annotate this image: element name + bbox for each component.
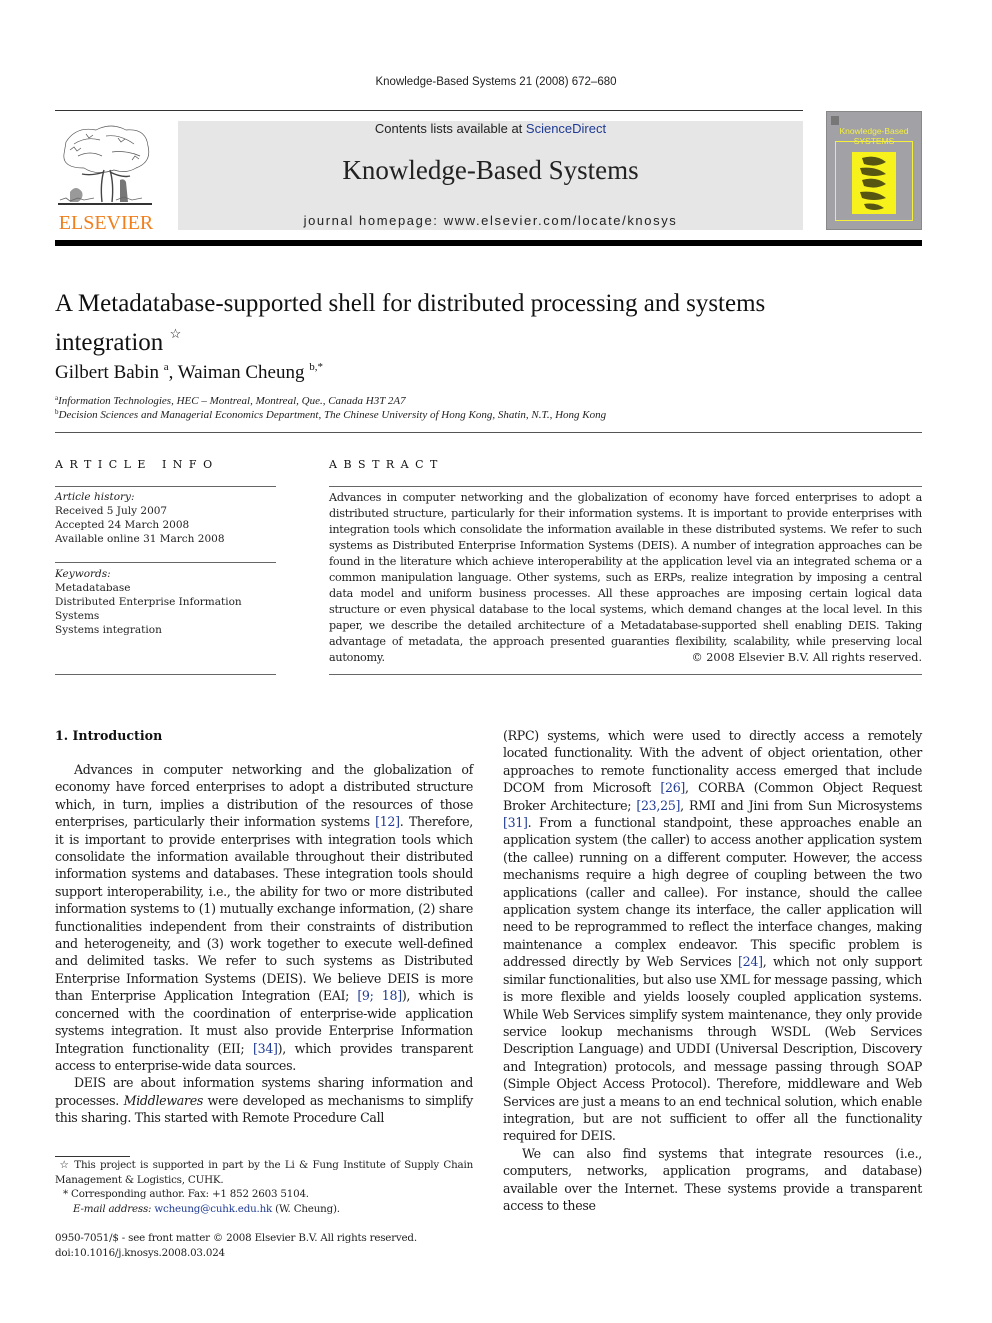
article-info-heading: ARTICLE INFO bbox=[55, 458, 219, 471]
header-rule bbox=[55, 110, 803, 111]
body-left-column: Advances in computer networking and the … bbox=[55, 761, 473, 1127]
history-accepted: Accepted 24 March 2008 bbox=[55, 519, 190, 531]
email-link[interactable]: wcheung@cuhk.edu.hk bbox=[154, 1203, 272, 1215]
paragraph: (RPC) systems, which were used to direct… bbox=[503, 727, 922, 1145]
issn-line: 0950-7051/$ - see front matter © 2008 El… bbox=[55, 1232, 417, 1244]
footnote-corresponding: * Corresponding author. Fax: +1 852 2603… bbox=[55, 1187, 473, 1202]
paragraph: Advances in computer networking and the … bbox=[55, 761, 473, 1074]
footnote-star-mark: ☆ bbox=[59, 1159, 70, 1171]
paragraph: We can also find systems that integrate … bbox=[503, 1145, 922, 1213]
text-run: , RMI and Jini from Sun Microsystems bbox=[680, 797, 922, 813]
helix-icon bbox=[860, 156, 886, 210]
affiliation: aInformation Technologies, HEC – Montrea… bbox=[55, 394, 406, 407]
article-info-rule bbox=[55, 674, 276, 675]
footnote-funding: ☆ This project is supported in part by t… bbox=[55, 1158, 473, 1187]
citation-link[interactable]: [12] bbox=[375, 814, 400, 829]
article-title: A Metadatabase-supported shell for distr… bbox=[55, 289, 775, 358]
article-info-rule bbox=[55, 562, 276, 563]
keyword[interactable]: Metadatabase bbox=[55, 581, 280, 595]
emphasis-text: Middlewares bbox=[123, 1092, 204, 1108]
affiliation-text: Decision Sciences and Managerial Economi… bbox=[58, 409, 607, 421]
title-footnote-mark[interactable]: ☆ bbox=[170, 326, 182, 341]
citation-link[interactable]: [24] bbox=[738, 954, 763, 969]
email-suffix: (W. Cheung). bbox=[272, 1202, 340, 1215]
elsevier-tree-icon bbox=[58, 125, 152, 205]
footnote-text: This project is supported in part by the… bbox=[55, 1159, 474, 1186]
article-info-rule bbox=[55, 486, 276, 487]
citation-link[interactable]: [34] bbox=[253, 1041, 278, 1056]
citation-link[interactable]: [31] bbox=[503, 815, 528, 830]
footnote-rule bbox=[55, 1156, 130, 1157]
section-rule bbox=[55, 432, 922, 433]
elsevier-logo[interactable]: ELSEVIER bbox=[54, 120, 158, 235]
masthead-thick-rule bbox=[55, 240, 922, 246]
journal-homepage-link[interactable]: journal homepage: www.elsevier.com/locat… bbox=[178, 213, 803, 228]
section-heading-introduction: 1. Introduction bbox=[55, 728, 163, 743]
cover-helix-image bbox=[852, 152, 896, 214]
elsevier-wordmark: ELSEVIER bbox=[58, 212, 154, 234]
author-list: Gilbert Babin a, Waiman Cheung b,* bbox=[55, 361, 323, 384]
text-run: , which not only support similar functio… bbox=[503, 954, 922, 1144]
doi-link[interactable]: doi:10.1016/j.knosys.2008.03.024 bbox=[55, 1246, 417, 1261]
keywords: Keywords: Metadatabase Distributed Enter… bbox=[55, 567, 280, 637]
footnote-text: Corresponding author. Fax: +1 852 2603 5… bbox=[67, 1188, 309, 1200]
abstract-rule bbox=[329, 486, 922, 487]
cover-publisher-icon bbox=[831, 116, 839, 125]
citation-link[interactable]: [26] bbox=[660, 780, 685, 795]
abstract-copyright: © 2008 Elsevier B.V. All rights reserved… bbox=[691, 651, 922, 664]
affiliation-text: Information Technologies, HEC – Montreal… bbox=[58, 395, 406, 407]
author-name[interactable]: Waiman Cheung bbox=[178, 362, 305, 383]
author-affiliation-mark[interactable]: b,* bbox=[309, 361, 323, 373]
citation-link[interactable]: [23,25] bbox=[636, 798, 680, 813]
article-history: Article history: Received 5 July 2007 Ac… bbox=[55, 490, 280, 546]
journal-name: Knowledge-Based Systems bbox=[342, 155, 639, 185]
front-matter: 0950-7051/$ - see front matter © 2008 El… bbox=[55, 1231, 417, 1260]
citation-link[interactable]: [9; 18] bbox=[357, 988, 402, 1003]
text-run: . From a functional standpoint, these ap… bbox=[503, 815, 922, 970]
journal-banner: Contents lists available at ScienceDirec… bbox=[178, 121, 803, 230]
abstract-rule bbox=[329, 674, 922, 675]
history-online: Available online 31 March 2008 bbox=[55, 533, 225, 545]
author-separator: , bbox=[168, 362, 178, 383]
keyword[interactable]: Distributed Enterprise Information Syste… bbox=[55, 595, 280, 623]
history-received: Received 5 July 2007 bbox=[55, 505, 168, 517]
cover-title-line1: Knowledge-Based bbox=[839, 126, 909, 136]
body-right-column: (RPC) systems, which were used to direct… bbox=[503, 727, 922, 1214]
paragraph: DEIS are about information systems shari… bbox=[55, 1074, 473, 1126]
journal-cover-thumbnail[interactable]: Knowledge-Based SYSTEMS bbox=[826, 111, 922, 230]
running-head: Knowledge-Based Systems 21 (2008) 672–68… bbox=[375, 76, 617, 88]
text-run: . Therefore, it is important to provide … bbox=[55, 814, 473, 1004]
sciencedirect-link[interactable]: ScienceDirect bbox=[526, 121, 606, 136]
article-history-label: Article history: bbox=[55, 491, 135, 503]
email-label: E-mail address: bbox=[73, 1202, 155, 1215]
contents-prefix: Contents lists available at bbox=[374, 121, 526, 136]
author-name[interactable]: Gilbert Babin bbox=[55, 362, 159, 383]
footnote-email: E-mail address: wcheung@cuhk.edu.hk (W. … bbox=[55, 1202, 473, 1217]
abstract-text: Advances in computer networking and the … bbox=[329, 491, 922, 664]
keyword[interactable]: Systems integration bbox=[55, 623, 280, 637]
affiliation: bDecision Sciences and Managerial Econom… bbox=[55, 408, 606, 421]
footnotes: ☆ This project is supported in part by t… bbox=[55, 1158, 473, 1216]
article-title-text: A Metadatabase-supported shell for distr… bbox=[55, 290, 766, 356]
keywords-label: Keywords: bbox=[55, 568, 111, 580]
contents-line: Contents lists available at ScienceDirec… bbox=[178, 121, 803, 136]
abstract-heading: ABSTRACT bbox=[329, 458, 444, 471]
